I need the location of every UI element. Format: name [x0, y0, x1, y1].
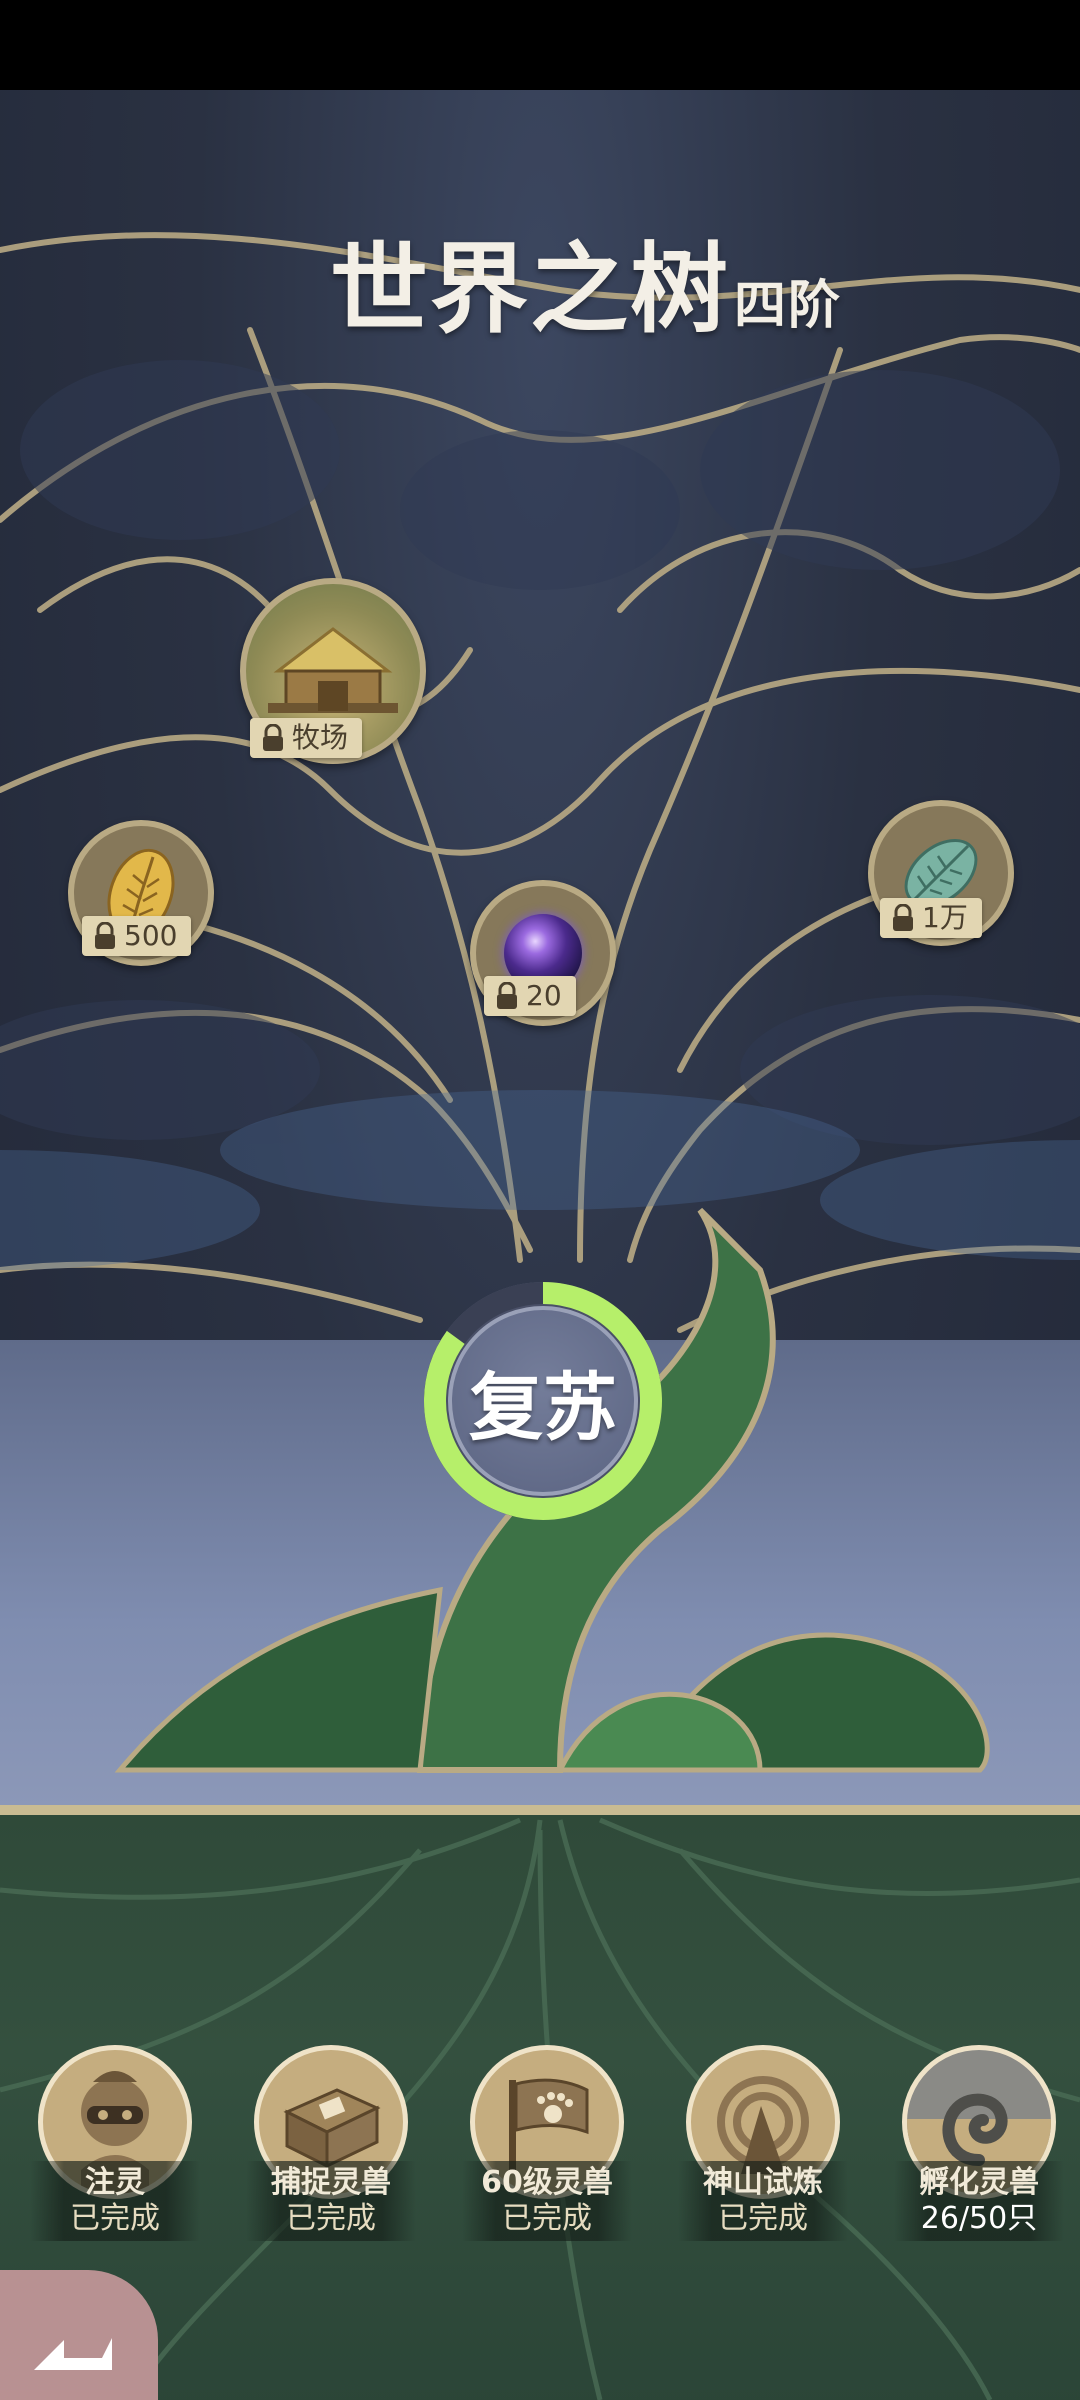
jade-seed-cost: 1万 — [922, 901, 968, 934]
page-title: 世界之树四阶 — [330, 210, 842, 352]
revive-label: 复苏 — [448, 1306, 638, 1496]
task-name: 捕捉灵兽 — [271, 2165, 391, 2200]
title-main: 世界之树 — [330, 232, 731, 347]
world-tree-scene: 世界之树四阶 牧场 500 20 1万 复苏 注灵 已完成 捕捉灵兽 已完成 6… — [0, 90, 1080, 2400]
task-status: 已完成 — [286, 2201, 376, 2236]
gold-seed-cost: 500 — [124, 919, 178, 952]
lock-icon — [497, 982, 517, 1009]
gold-seed-cost-tag: 500 — [82, 916, 192, 956]
node-ranch[interactable]: 牧场 — [240, 578, 430, 764]
lock-icon — [893, 904, 913, 931]
task-status: 已完成 — [718, 2201, 808, 2236]
task-hatch-beast[interactable]: 孵化灵兽 26/50只 — [894, 2045, 1064, 2241]
lock-icon — [95, 922, 115, 949]
revive-button[interactable]: 复苏 — [410, 1268, 676, 1534]
task-name: 神山试炼 — [703, 2165, 823, 2200]
lock-icon — [263, 724, 283, 751]
status-bar — [0, 0, 1080, 90]
node-orb[interactable]: 20 — [468, 880, 618, 1026]
ranch-label-tag: 牧场 — [250, 718, 363, 758]
task-status: 26/50只 — [920, 2201, 1038, 2236]
back-arrow-icon — [34, 2338, 112, 2370]
orb-cost: 20 — [526, 979, 562, 1012]
ranch-label: 牧场 — [292, 721, 349, 754]
orb-cost-tag: 20 — [484, 976, 576, 1016]
jade-seed-cost-tag: 1万 — [880, 898, 982, 938]
title-tier: 四阶 — [734, 275, 843, 336]
back-button[interactable] — [0, 2270, 158, 2400]
task-name: 注灵 — [85, 2165, 145, 2200]
task-level-60-beast[interactable]: 60级灵兽 已完成 — [462, 2045, 632, 2241]
node-gold-seed[interactable]: 500 — [66, 820, 216, 966]
task-name: 60级灵兽 — [481, 2165, 613, 2200]
task-capture-beast[interactable]: 捕捉灵兽 已完成 — [246, 2045, 416, 2241]
task-name: 孵化灵兽 — [919, 2165, 1039, 2200]
task-status: 已完成 — [70, 2201, 160, 2236]
task-inject-spirit[interactable]: 注灵 已完成 — [30, 2045, 200, 2241]
node-jade-seed[interactable]: 1万 — [866, 800, 1016, 950]
task-status: 已完成 — [502, 2201, 592, 2236]
task-mountain-trial[interactable]: 神山试炼 已完成 — [678, 2045, 848, 2241]
